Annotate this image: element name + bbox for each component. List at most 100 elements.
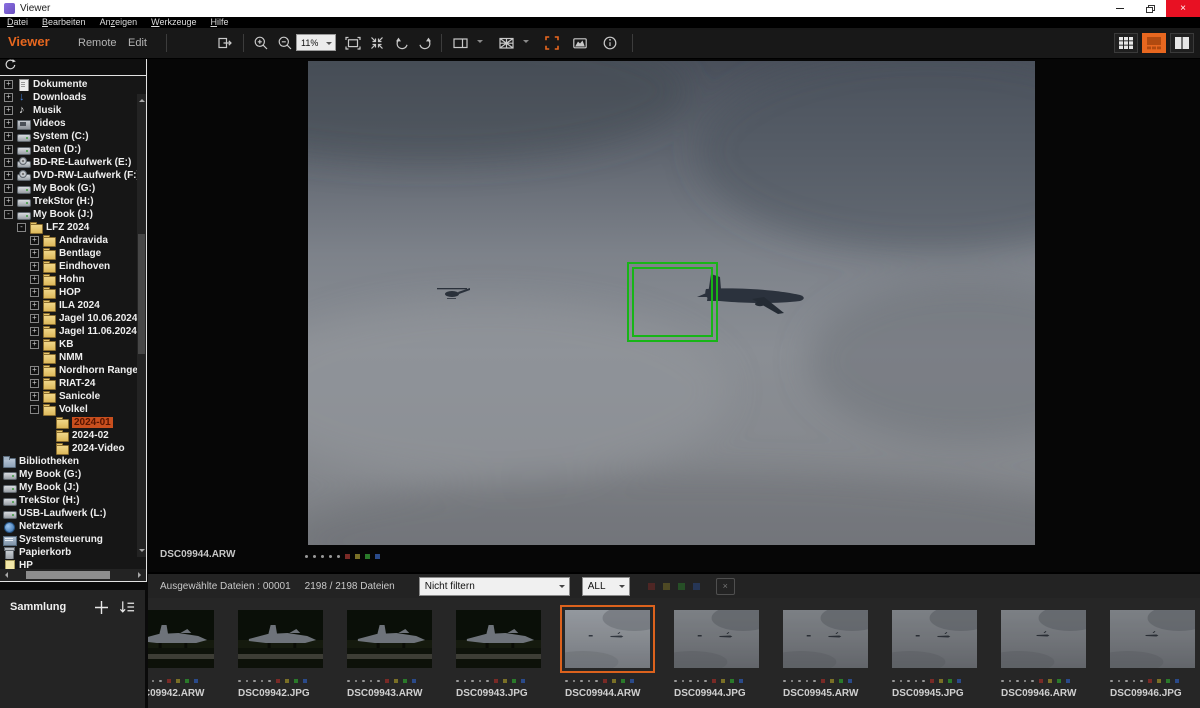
rating-dot[interactable] [892,680,895,683]
color-label-yellow[interactable] [1048,679,1052,683]
tree-item[interactable]: -My Book (J:) [0,208,137,221]
tree-item[interactable]: Netzwerk [0,520,137,533]
rating-dot[interactable] [246,680,249,683]
rating-dot[interactable] [1110,680,1113,683]
color-label-yellow[interactable] [830,679,834,683]
expand-icon[interactable]: + [30,249,39,258]
tree-item[interactable]: +Musik [0,104,137,117]
filmstrip-item[interactable]: DSC09946.JPG [1098,610,1200,699]
rating-dot[interactable] [783,680,786,683]
color-label-green[interactable] [839,679,843,683]
filmstrip-item[interactable]: DSC09943.ARW [335,610,444,699]
expand-icon[interactable]: + [4,132,13,141]
expand-icon[interactable]: + [4,158,13,167]
rating-dot[interactable] [464,680,467,683]
close-button[interactable]: × [1166,0,1200,17]
rating-dot[interactable] [355,680,358,683]
rating-dot[interactable] [900,680,903,683]
rating-dot[interactable] [159,680,162,683]
rating-dot[interactable] [486,680,489,683]
color-label-blue[interactable] [303,679,307,683]
tab-remote[interactable]: Remote [78,37,117,49]
thumbnail-image[interactable] [892,610,977,668]
rating-dot[interactable] [238,680,241,683]
filmstrip-item[interactable]: DSC09943.JPG [444,610,553,699]
collapse-icon[interactable]: - [30,405,39,414]
color-label-red[interactable] [1039,679,1043,683]
color-label-red[interactable] [385,679,389,683]
filmstrip-item[interactable]: DSC09944.JPG [662,610,771,699]
rating-dot[interactable] [456,680,459,683]
vertical-scrollbar-thumb[interactable] [138,234,145,354]
color-label-blue[interactable] [375,554,380,559]
rating-dot[interactable] [268,680,271,683]
rating-dot[interactable] [595,680,598,683]
color-label-red[interactable] [930,679,934,683]
scroll-left-icon[interactable] [2,572,8,578]
tree-item[interactable]: My Book (J:) [0,481,137,494]
expand-icon[interactable]: + [4,197,13,206]
thumbnail-image[interactable] [238,610,323,668]
clear-filter-button[interactable]: × [716,578,735,595]
rating-dot[interactable] [370,680,373,683]
rating-dot[interactable] [362,680,365,683]
filmstrip-item[interactable]: DSC09945.ARW [771,610,880,699]
color-label-blue[interactable] [412,679,416,683]
rating-dot[interactable] [1031,680,1034,683]
filmstrip-item[interactable]: DSC09946.ARW [989,610,1098,699]
tree-item[interactable]: +Daten (D:) [0,143,137,156]
tree-item[interactable]: +RIAT-24 [0,377,137,390]
rating-dot[interactable] [1118,680,1121,683]
color-label-red[interactable] [1148,679,1152,683]
color-label-yellow[interactable] [355,554,360,559]
expand-icon[interactable]: + [4,93,13,102]
rating-dot[interactable] [813,680,816,683]
thumbnail-image[interactable] [1110,610,1195,668]
tree-item[interactable]: -Volkel [0,403,137,416]
color-label-green[interactable] [512,679,516,683]
color-label-green[interactable] [1166,679,1170,683]
rating-dot[interactable] [580,680,583,683]
horizontal-scrollbar[interactable] [0,569,146,581]
filmstrip-item[interactable]: DSC09942.ARW [148,610,226,699]
rating-dot[interactable] [377,680,380,683]
menu-item-anzeigen[interactable]: Anzeigen [93,17,145,28]
color-label-blue[interactable] [630,679,634,683]
rotate-right-button[interactable] [416,34,434,52]
view-mode-grid-button[interactable] [1114,33,1138,53]
sort-icon[interactable] [119,599,135,615]
filmstrip-item[interactable]: DSC09944.ARW [553,610,662,699]
rating-dot[interactable] [674,680,677,683]
expand-icon[interactable]: + [30,314,39,323]
color-label-green[interactable] [621,679,625,683]
rating-dot[interactable] [806,680,809,683]
rating-dot[interactable] [1133,680,1136,683]
rating-dot[interactable] [1001,680,1004,683]
color-label-blue[interactable] [1175,679,1179,683]
color-label-yellow[interactable] [721,679,725,683]
color-label-yellow[interactable] [285,679,289,683]
rating-dot[interactable] [907,680,910,683]
tree-item[interactable]: +DVD-RW-Laufwerk (F:) [0,169,137,182]
color-label-yellow[interactable] [1157,679,1161,683]
expand-icon[interactable]: + [4,184,13,193]
color-filter-green[interactable] [678,583,685,590]
color-label-blue[interactable] [1066,679,1070,683]
tree-item[interactable]: -LFZ 2024 [0,221,137,234]
expand-icon[interactable]: + [30,366,39,375]
scroll-up-icon[interactable] [139,96,145,102]
thumbnail-image[interactable] [1001,610,1086,668]
tree-item[interactable]: +Jagel 10.06.2024 [0,312,137,325]
expand-icon[interactable]: + [30,392,39,401]
rating-dot[interactable] [313,555,316,558]
tree-item[interactable]: +Jagel 11.06.2024 [0,325,137,338]
rating-dot[interactable] [565,680,568,683]
tree-item[interactable]: Systemsteuerung [0,533,137,546]
tree-item[interactable]: +BD-RE-Laufwerk (E:) [0,156,137,169]
main-preview-image[interactable] [308,61,1035,545]
color-label-green[interactable] [948,679,952,683]
color-filter-yellow[interactable] [663,583,670,590]
rating-dot[interactable] [697,680,700,683]
rating-dot[interactable] [253,680,256,683]
color-label-blue[interactable] [848,679,852,683]
